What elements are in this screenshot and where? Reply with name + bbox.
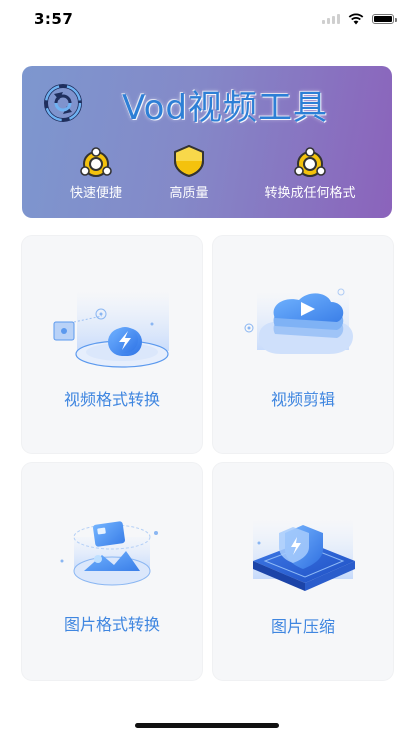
shield-icon <box>174 145 204 177</box>
cycle-icon <box>294 147 326 177</box>
card-label: 视频格式转换 <box>63 390 160 409</box>
wifi-icon <box>348 13 364 25</box>
card-label: 图片压缩 <box>270 617 335 636</box>
video-edit-card[interactable]: 视频剪辑 <box>213 236 393 453</box>
home-indicator[interactable] <box>135 723 279 728</box>
image-compress-card[interactable]: 图片压缩 <box>213 463 393 680</box>
cycle-icon <box>80 147 112 177</box>
video-format-convert-card[interactable]: 视频格式转换 <box>22 236 202 453</box>
card-label: 图片格式转换 <box>63 615 160 634</box>
feature-label: 快速便捷 <box>69 186 122 201</box>
image-format-convert-card[interactable]: 图片格式转换 <box>22 463 202 680</box>
signal-icon <box>322 14 340 24</box>
video-layers-icon <box>244 288 353 354</box>
status-indicators <box>322 13 397 25</box>
card-label: 视频剪辑 <box>270 390 335 409</box>
status-time: 3:57 <box>34 10 74 28</box>
feature-label: 转换成任何格式 <box>264 186 356 201</box>
feature-label: 高质量 <box>169 186 209 201</box>
sync-logo-icon <box>44 84 82 122</box>
lightning-icon <box>53 291 169 368</box>
status-bar: 3:57 <box>0 0 414 40</box>
feature-fast: 快速便捷 <box>60 144 132 201</box>
compress-shield-icon <box>253 519 355 591</box>
feature-quality: 高质量 <box>154 144 224 201</box>
app-title: Vod视频工具 <box>122 88 329 128</box>
app-banner: Vod视频工具 快速便捷 高质量 转换成任何格式 <box>22 66 392 218</box>
image-icon <box>60 521 158 586</box>
feature-any-format: 转换成任何格式 <box>244 144 376 201</box>
battery-icon <box>372 14 397 24</box>
